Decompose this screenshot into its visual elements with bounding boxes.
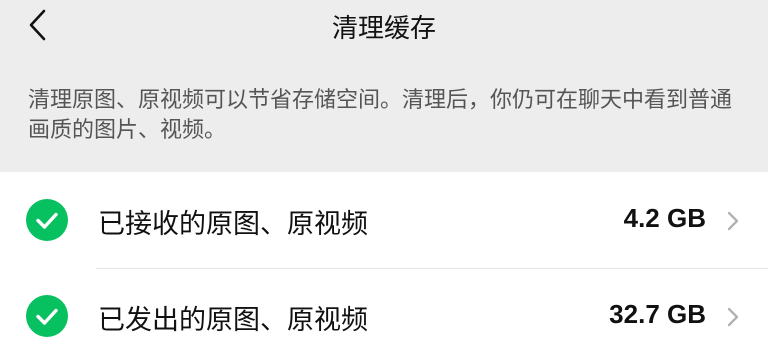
checkbox-sent[interactable] [26, 295, 68, 337]
chevron-right-icon [727, 307, 739, 327]
chevron-right-icon [727, 211, 739, 231]
list-item-sent[interactable]: 已发出的原图、原视频 32.7 GB [0, 268, 768, 361]
page-title: 清理缓存 [331, 14, 436, 44]
page: 清理缓存 清理原图、原视频可以节省存储空间。清理后，你仍可在聊天中看到普通画质的… [0, 0, 768, 361]
list-item-size: 32.7 GB [609, 299, 706, 329]
navigation-bar: 清理缓存 [0, 0, 768, 56]
list-item-size: 4.2 GB [623, 203, 706, 233]
description-text: 清理原图、原视频可以节省存储空间。清理后，你仍可在聊天中看到普通画质的图片、视频… [28, 88, 733, 143]
list-item-label: 已接收的原图、原视频 [98, 209, 368, 240]
cache-list: 已接收的原图、原视频 4.2 GB 已发出的原图、原视频 32.7 GB [0, 172, 768, 361]
checkbox-received[interactable] [26, 199, 68, 241]
checkmark-icon [36, 212, 58, 229]
list-item-received[interactable]: 已接收的原图、原视频 4.2 GB [0, 172, 768, 268]
checkmark-icon [36, 308, 58, 325]
list-item-label: 已发出的原图、原视频 [98, 305, 368, 336]
